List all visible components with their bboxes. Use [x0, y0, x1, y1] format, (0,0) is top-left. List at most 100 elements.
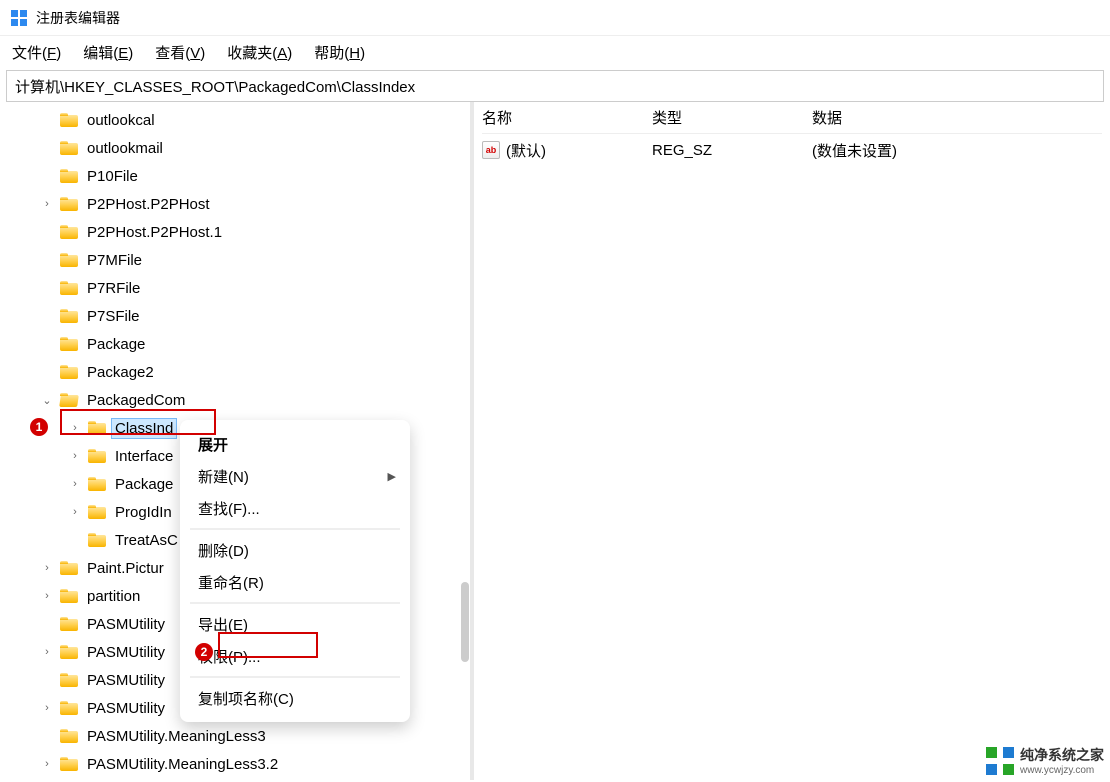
folder-icon	[88, 505, 106, 519]
tree-item-label: P2PHost.P2PHost.1	[84, 223, 225, 242]
expander-blank: ·	[40, 730, 54, 742]
watermark: 纯净系统之家 www.ycwjzy.com	[986, 745, 1104, 776]
menu-help[interactable]: 帮助(H)	[314, 42, 365, 63]
values-panel: 名称 类型 数据 ab (默认) REG_SZ (数值未设置)	[474, 102, 1110, 780]
expander-blank: ·	[68, 534, 82, 546]
tree-item-label: PASMUtility	[84, 615, 168, 634]
watermark-title: 纯净系统之家	[1020, 745, 1104, 765]
chevron-right-icon[interactable]: ›	[68, 506, 82, 518]
tree-item-label: P7RFile	[84, 279, 143, 298]
chevron-right-icon[interactable]: ›	[40, 198, 54, 210]
folder-icon	[60, 197, 78, 211]
chevron-right-icon[interactable]: ›	[40, 758, 54, 770]
tree-item-label: Interface	[112, 447, 176, 466]
tree-item-label: PASMUtility	[84, 643, 168, 662]
folder-icon	[60, 729, 78, 743]
folder-icon	[60, 281, 78, 295]
tree-item-label: PASMUtility.MeaningLess3	[84, 727, 269, 746]
folder-icon	[88, 533, 106, 547]
folder-icon	[60, 757, 78, 771]
tree-item-P7RFile[interactable]: · P7RFile	[8, 274, 470, 302]
cm-rename[interactable]: 重命名(R)	[180, 566, 410, 598]
tree-item-PASMUtility.MeaningLess3.2[interactable]: › PASMUtility.MeaningLess3.2	[8, 750, 470, 778]
chevron-right-icon[interactable]: ›	[68, 450, 82, 462]
app-title: 注册表编辑器	[36, 8, 120, 28]
tree-item-label: partition	[84, 587, 143, 606]
cm-delete[interactable]: 删除(D)	[180, 534, 410, 566]
chevron-right-icon[interactable]: ›	[40, 590, 54, 602]
value-type: REG_SZ	[652, 142, 812, 159]
tree-item-label: Package	[84, 335, 148, 354]
string-value-icon: ab	[482, 141, 500, 159]
tree-item-label: PASMUtility	[84, 671, 168, 690]
value-row[interactable]: ab (默认) REG_SZ (数值未设置)	[482, 134, 1102, 166]
folder-icon	[60, 393, 78, 407]
menu-view[interactable]: 查看(V)	[155, 42, 205, 63]
tree-item-label: P7MFile	[84, 251, 145, 270]
expander-blank: ·	[40, 282, 54, 294]
col-header-type[interactable]: 类型	[652, 107, 812, 128]
context-menu: 展开 新建(N)▶ 查找(F)... 删除(D) 重命名(R) 导出(E) 权限…	[180, 420, 410, 722]
folder-icon	[60, 617, 78, 631]
expander-blank: ·	[40, 366, 54, 378]
menu-favorites[interactable]: 收藏夹(A)	[227, 42, 292, 63]
tree-item-P2PHost.P2PHost.1[interactable]: · P2PHost.P2PHost.1	[8, 218, 470, 246]
tree-item-label: ProgIdIn	[112, 503, 175, 522]
address-bar[interactable]: 计算机\HKEY_CLASSES_ROOT\PackagedCom\ClassI…	[6, 70, 1104, 102]
col-header-name[interactable]: 名称	[482, 107, 652, 128]
folder-icon	[60, 589, 78, 603]
tree-item-P7MFile[interactable]: ·P7MFile	[8, 246, 470, 274]
regedit-app-icon	[10, 9, 28, 27]
address-path: 计算机\HKEY_CLASSES_ROOT\PackagedCom\ClassI…	[7, 76, 423, 97]
tree-item-P2PHost.P2PHost[interactable]: › P2PHost.P2PHost	[8, 190, 470, 218]
menu-edit[interactable]: 编辑(E)	[83, 42, 133, 63]
chevron-right-icon[interactable]: ›	[68, 478, 82, 490]
tree-item-label: Package2	[84, 363, 157, 382]
watermark-url: www.ycwjzy.com	[1020, 765, 1104, 776]
chevron-right-icon[interactable]: ›	[40, 702, 54, 714]
value-name: (默认)	[506, 140, 546, 161]
cm-copy-key-name[interactable]: 复制项名称(C)	[180, 682, 410, 714]
folder-icon	[60, 113, 78, 127]
tree-item-Package[interactable]: · Package	[8, 330, 470, 358]
annotation-2: 2	[195, 643, 213, 661]
cm-separator	[190, 528, 400, 530]
col-header-data[interactable]: 数据	[812, 107, 1102, 128]
expander-blank: ·	[40, 226, 54, 238]
chevron-right-icon[interactable]: ›	[40, 646, 54, 658]
watermark-logo-icon	[986, 747, 1014, 775]
cm-separator	[190, 676, 400, 678]
tree-item-label: P10File	[84, 167, 141, 186]
folder-icon	[60, 169, 78, 183]
tree-item-P7SFile[interactable]: · P7SFile	[8, 302, 470, 330]
tree-item-PASMUtility.MeaningLess3[interactable]: · PASMUtility.MeaningLess3	[8, 722, 470, 750]
tree-item-label: P2PHost.P2PHost	[84, 195, 213, 214]
tree-item-Package2[interactable]: · Package2	[8, 358, 470, 386]
expander-blank: ·	[40, 310, 54, 322]
annotation-box-2	[218, 632, 318, 658]
annotation-box-1	[60, 409, 216, 435]
tree-item-outlookmail[interactable]: ·outlookmail	[8, 134, 470, 162]
chevron-right-icon: ▶	[388, 470, 396, 483]
cm-find[interactable]: 查找(F)...	[180, 492, 410, 524]
tree-item-outlookcal[interactable]: ·outlookcal	[8, 106, 470, 134]
menubar: 文件(F) 编辑(E) 查看(V) 收藏夹(A) 帮助(H)	[0, 36, 1110, 68]
chevron-right-icon[interactable]: ›	[40, 562, 54, 574]
values-header: 名称 类型 数据	[482, 102, 1102, 134]
tree-item-label: PackagedCom	[84, 391, 188, 410]
tree-item-label: PASMUtility.MeaningLess3.2	[84, 755, 281, 774]
folder-icon	[60, 253, 78, 267]
tree-item-label: Paint.Pictur	[84, 559, 167, 578]
annotation-1: 1	[30, 418, 48, 436]
chevron-down-icon[interactable]: ⌄	[40, 394, 54, 407]
folder-icon	[88, 449, 106, 463]
folder-icon	[60, 225, 78, 239]
expander-blank: ·	[40, 338, 54, 350]
cm-new[interactable]: 新建(N)▶	[180, 460, 410, 492]
tree-scroll-thumb[interactable]	[461, 582, 469, 662]
menu-file[interactable]: 文件(F)	[12, 42, 61, 63]
tree-item-P10File[interactable]: ·P10File	[8, 162, 470, 190]
value-data: (数值未设置)	[812, 140, 1102, 161]
folder-icon	[60, 141, 78, 155]
tree-item-label: P7SFile	[84, 307, 143, 326]
